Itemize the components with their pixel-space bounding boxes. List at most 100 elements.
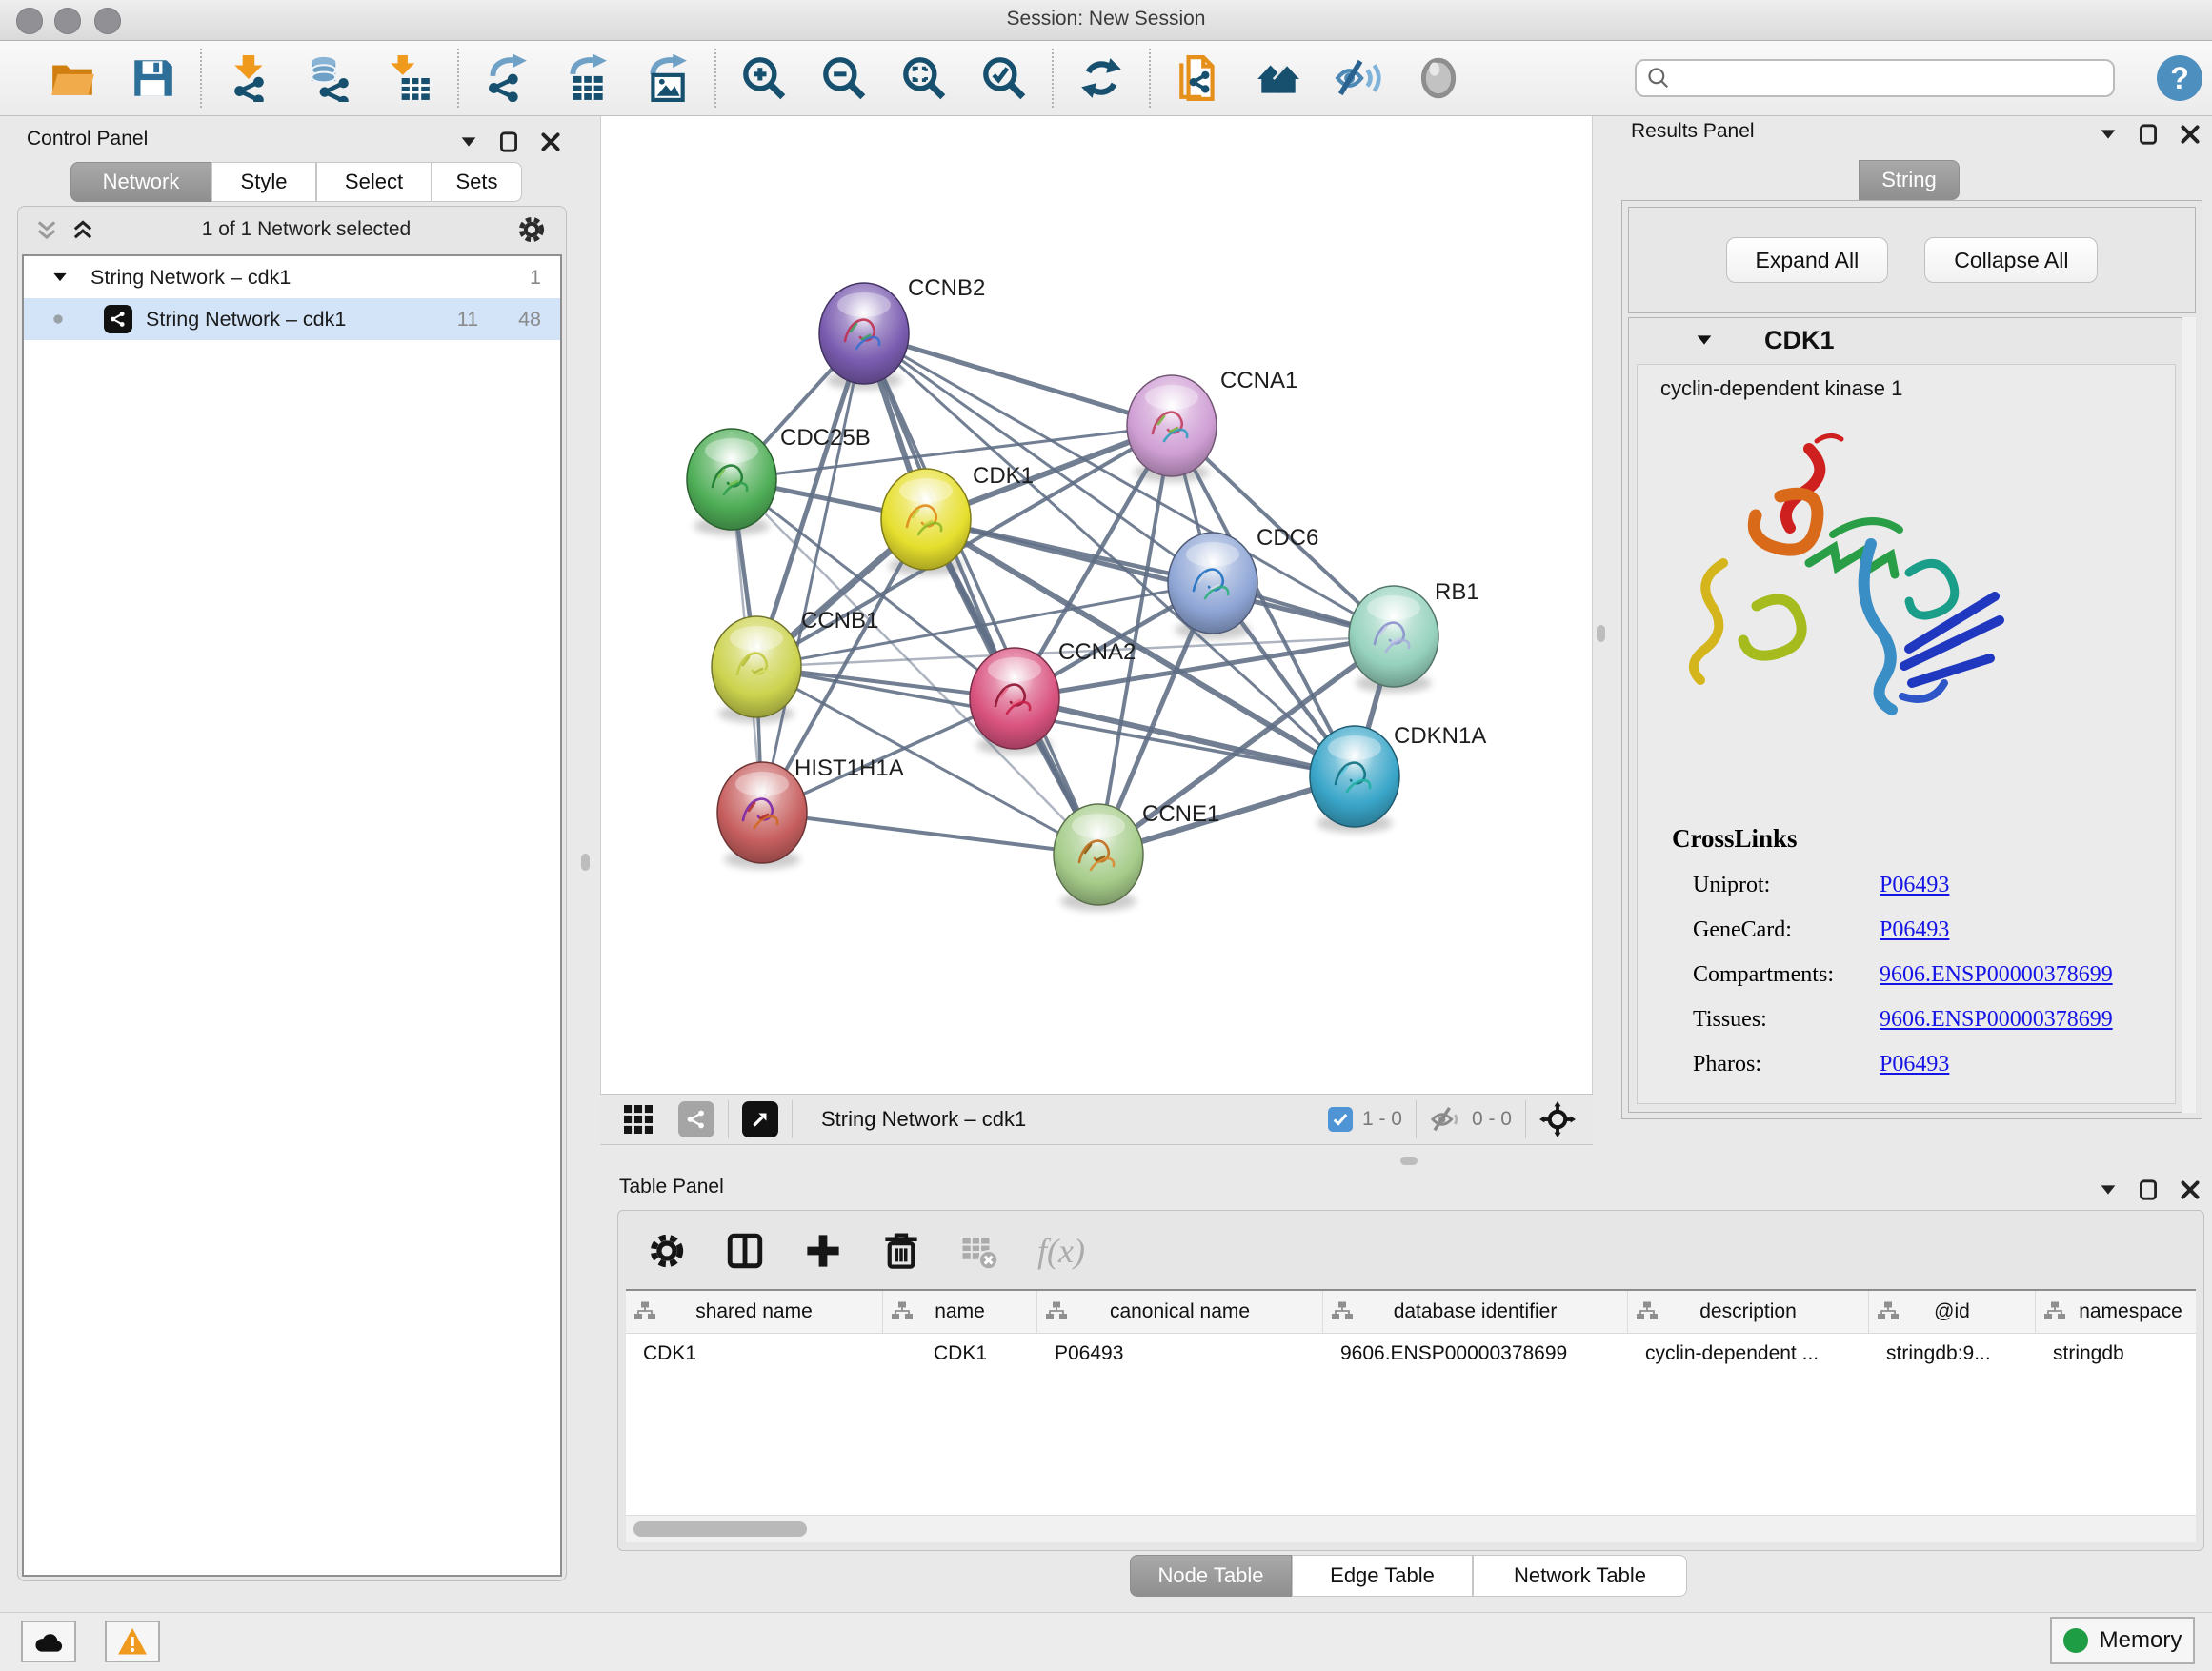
column-header-description[interactable]: description [1628,1291,1869,1333]
network-node-CCNA2[interactable] [970,648,1059,749]
zoom-fit-button[interactable] [897,48,951,109]
warning-button[interactable] [105,1621,160,1662]
network-node-CCNE1[interactable] [1054,804,1143,905]
control-panel-menu-icon[interactable] [458,131,479,152]
table-options-gear-icon[interactable] [647,1231,687,1271]
column-header-namespace[interactable]: namespace [2036,1291,2196,1333]
add-column-icon[interactable] [803,1231,843,1271]
tab-style[interactable]: Style [211,162,316,202]
tab-select[interactable]: Select [316,162,432,202]
network-node-CCNB1[interactable] [712,616,801,717]
tab-network[interactable]: Network [70,162,211,202]
table-panel-float-icon[interactable] [2136,1178,2161,1202]
network-node-RB1[interactable] [1349,586,1438,687]
birds-eye-view-icon[interactable] [742,1101,778,1137]
save-session-button[interactable] [126,48,179,109]
collection-caret-icon[interactable] [50,268,70,287]
left-splitter-handle[interactable] [581,854,590,871]
gene-section-header[interactable]: CDK1 [1629,318,2195,362]
crosslink-link[interactable]: P06493 [1880,917,1949,943]
open-session-button[interactable] [46,48,99,109]
control-panel: Control Panel NetworkStyleSelectSets 1 o… [8,124,571,1589]
tab-string[interactable]: String [1859,160,1960,200]
show-graphics-button[interactable] [1412,48,1465,109]
import-network-file-button[interactable] [223,48,276,109]
crosslink-link[interactable]: P06493 [1880,1052,1949,1077]
network-node-CDC6[interactable] [1168,533,1257,634]
export-table-button[interactable] [560,48,613,109]
network-collection-row[interactable]: String Network – cdk1 1 [24,256,560,298]
crosslink-label: Tissues: [1693,1007,1880,1033]
crosslink-label: Pharos: [1693,1052,1880,1077]
tab-network-table[interactable]: Network Table [1473,1555,1687,1597]
table-panel-close-icon[interactable] [2178,1178,2202,1202]
network-row[interactable]: String Network – cdk1 11 48 [24,298,560,340]
table-row[interactable]: CDK1CDK1P064939606.ENSP00000378699cyclin… [626,1334,2196,1374]
results-panel-close-icon[interactable] [2178,122,2202,147]
network-node-HIST1H1A[interactable] [717,762,807,863]
bottom-splitter-handle[interactable] [1400,1157,1418,1165]
results-scrollbar[interactable] [2182,317,2196,1113]
results-panel-menu-icon[interactable] [2098,124,2119,145]
network-node-CDK1[interactable] [881,469,971,570]
network-overview-icon[interactable] [678,1101,714,1137]
crosslink-link[interactable]: P06493 [1880,873,1949,898]
control-panel-close-icon[interactable] [538,130,563,154]
selected-checkbox-icon[interactable] [1328,1107,1353,1132]
import-table-button[interactable] [383,48,436,109]
zoom-selected-button[interactable] [977,48,1031,109]
control-panel-float-icon[interactable] [496,130,521,154]
expand-all-button[interactable]: Expand All [1726,237,1889,283]
crosslink-link[interactable]: 9606.ENSP00000378699 [1880,962,2113,988]
column-header-name[interactable]: name [883,1291,1037,1333]
fit-content-crosshair-icon[interactable] [1539,1101,1576,1137]
cloud-button[interactable] [21,1621,76,1662]
memory-button[interactable]: Memory [2050,1617,2195,1664]
zoom-fit-icon [900,54,948,102]
hierarchy-icon [2043,1300,2066,1323]
grid-view-icon[interactable] [621,1102,655,1137]
column-header-canonicalname[interactable]: canonical name [1037,1291,1323,1333]
tab-node-table[interactable]: Node Table [1130,1555,1292,1597]
results-panel-float-icon[interactable] [2136,122,2161,147]
scrollbar-thumb[interactable] [633,1521,807,1537]
string-home-button[interactable] [1252,48,1305,109]
column-header-sharedname[interactable]: shared name [626,1291,883,1333]
network-graph[interactable]: CCNB2CCNA1CDC25BCDK1CDC6RB1CCNB1CCNA2CDK… [601,116,1592,1092]
table-horizontal-scrollbar[interactable] [626,1515,2196,1542]
column-header-databaseidentifier[interactable]: database identifier [1323,1291,1628,1333]
zoom-selected-icon [980,54,1028,102]
export-network-button[interactable] [480,48,533,109]
search-input[interactable] [1671,63,2113,93]
zoom-in-button[interactable] [737,48,791,109]
delete-column-icon[interactable] [881,1231,921,1271]
share-document-button[interactable] [1172,48,1225,109]
gene-description: cyclin-dependent kinase 1 [1660,376,2175,401]
hierarchy-icon [1636,1300,1659,1323]
import-network-database-button[interactable] [303,48,356,109]
tab-sets[interactable]: Sets [432,162,522,202]
help-button[interactable]: ? [2157,55,2202,101]
column-header-id[interactable]: @id [1869,1291,2036,1333]
show-columns-icon[interactable] [725,1231,765,1271]
gene-caret-icon[interactable] [1694,330,1715,351]
network-options-gear-icon[interactable] [516,214,547,245]
expand-all-networks-icon[interactable] [70,216,96,243]
export-image-button[interactable] [640,48,694,109]
collapse-all-button[interactable]: Collapse All [1924,237,2098,283]
network-node-CDKN1A[interactable] [1310,726,1399,827]
network-node-CDC25B[interactable] [687,429,776,530]
hidden-count: 0 - 0 [1472,1108,1512,1131]
crosslink-link[interactable]: 9606.ENSP00000378699 [1880,1007,2113,1033]
network-node-CCNA1[interactable] [1127,375,1217,476]
zoom-out-button[interactable] [817,48,871,109]
refresh-button[interactable] [1075,48,1128,109]
warning-icon [116,1625,149,1658]
search-box[interactable] [1635,59,2115,97]
network-node-CCNB2[interactable] [819,283,909,384]
tab-edge-table[interactable]: Edge Table [1292,1555,1473,1597]
hide-labels-button[interactable] [1332,48,1385,109]
table-panel-menu-icon[interactable] [2098,1179,2119,1200]
network-canvas[interactable]: CCNB2CCNA1CDC25BCDK1CDC6RB1CCNB1CCNA2CDK… [600,116,1593,1094]
collapse-all-networks-icon[interactable] [33,216,60,243]
